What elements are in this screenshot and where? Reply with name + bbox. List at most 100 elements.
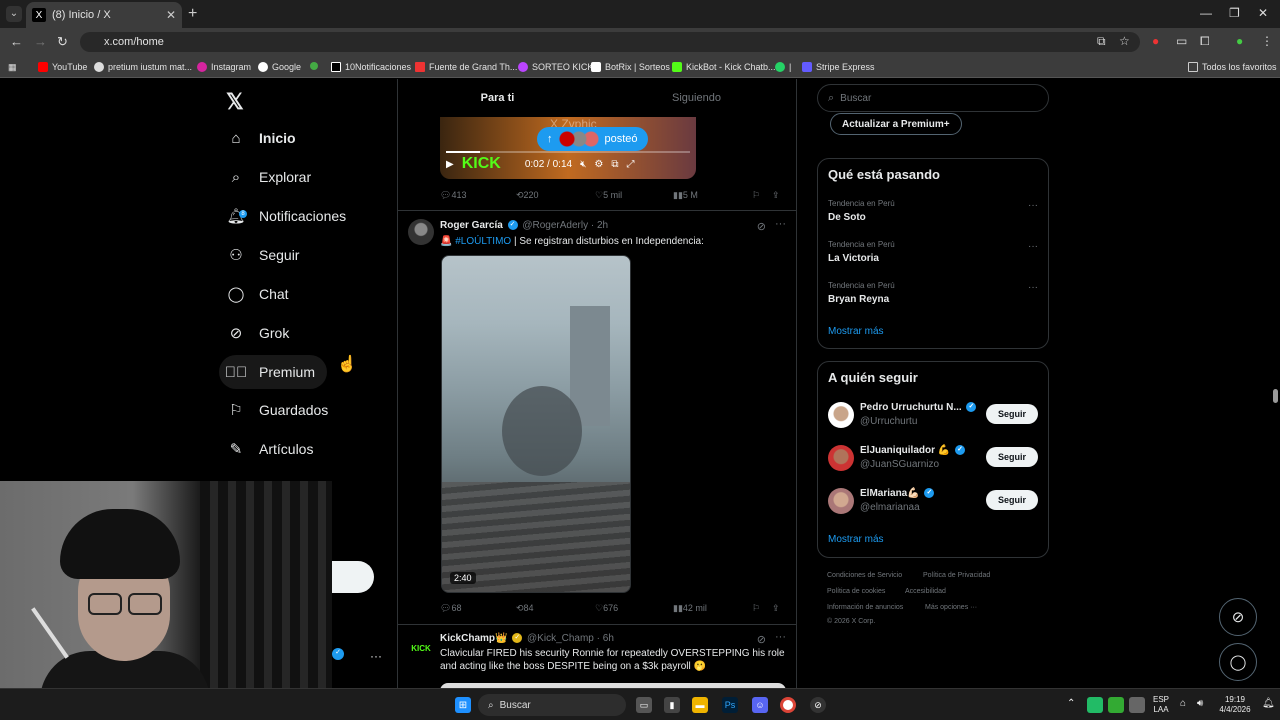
repost-button[interactable]: ⟲ 84 <box>516 603 534 614</box>
language-indicator[interactable]: ESP LAA <box>1150 695 1172 715</box>
avatar[interactable] <box>828 488 854 514</box>
tab-siguiendo[interactable]: Siguiendo <box>597 79 796 117</box>
footer-link[interactable]: Condiciones de Servicio <box>827 572 902 579</box>
avatar[interactable] <box>408 219 434 245</box>
photoshop-icon[interactable]: Ps <box>722 697 738 713</box>
install-icon[interactable]: ⧉ <box>1097 34 1106 49</box>
star-icon[interactable]: ☆ <box>1119 34 1130 48</box>
follow-suggestion-handle[interactable]: @JuanSGuarnizo <box>860 459 939 470</box>
bookmark-pretium[interactable]: pretium iustum mat... <box>94 62 192 72</box>
footer-link[interactable]: Política de cookies <box>827 588 885 595</box>
bookmark-fuente[interactable]: Fuente de Grand Th... <box>415 62 517 72</box>
reply-button[interactable]: 💬︎ 413 <box>440 190 466 201</box>
clock[interactable]: 19:19 4/4/2026 <box>1216 695 1254 715</box>
trend-more-icon[interactable]: ··· <box>1028 282 1038 293</box>
show-more-follow-link[interactable]: Mostrar más <box>828 534 884 545</box>
follow-suggestion-handle[interactable]: @Urruchurtu <box>860 416 917 427</box>
sidebar-item-grok[interactable]: ⊘ Grok <box>219 316 301 350</box>
grok-post-icon[interactable]: ⊘ <box>757 633 766 646</box>
back-icon[interactable]: ← <box>10 34 23 49</box>
bookmark-botrix[interactable]: BotRix | Sorteos <box>591 62 670 72</box>
sidebar-item-premium[interactable]: ✓⃝ Premium <box>219 355 328 389</box>
avatar[interactable]: KICK <box>408 632 434 658</box>
footer-link[interactable]: Política de Privacidad <box>923 572 990 579</box>
grok-post-icon[interactable]: ⊘ <box>757 220 766 233</box>
x-logo-icon[interactable]: 𝕏 <box>226 89 244 115</box>
views-button[interactable]: ▮▮ 5 M <box>673 190 698 201</box>
trend-name[interactable]: Bryan Reyna <box>828 294 889 305</box>
reload-icon[interactable]: ↻ <box>57 34 68 50</box>
repost-button[interactable]: ⟲ 220 <box>516 190 539 201</box>
follow-button[interactable]: Seguir <box>986 447 1038 467</box>
windows-start-icon[interactable]: ⊞ <box>455 697 471 713</box>
reply-button[interactable]: 💬︎ 68 <box>440 603 461 614</box>
chat-fab-icon[interactable]: ◯ <box>1219 643 1257 681</box>
share-icon[interactable]: ⇪ <box>772 603 780 614</box>
trend-name[interactable]: La Victoria <box>828 253 879 264</box>
trend-name[interactable]: De Soto <box>828 212 866 223</box>
close-window-icon[interactable]: ✕ <box>1258 6 1268 20</box>
more-options-icon[interactable]: ··· <box>775 631 786 643</box>
video-progress[interactable] <box>446 151 690 153</box>
notifications-icon[interactable]: 🔔︎ <box>1262 699 1275 709</box>
discord-icon[interactable]: ☺ <box>752 697 768 713</box>
minimize-icon[interactable]: — <box>1200 6 1212 20</box>
network-icon[interactable]: ⌂ <box>1180 699 1186 709</box>
bookmark-instagram[interactable]: Instagram <box>197 62 251 72</box>
account-menu-icon[interactable]: ··· <box>370 649 382 663</box>
new-tab-icon[interactable]: + <box>188 5 197 23</box>
browser-tab[interactable]: X (8) Inicio / X ✕ <box>26 2 182 28</box>
sidebar-item-explorar[interactable]: ⌕ Explorar <box>219 160 323 194</box>
sidebar-item-chat[interactable]: ◯ Chat <box>219 277 301 311</box>
extension-red-icon[interactable]: ● <box>1152 34 1159 48</box>
footer-link[interactable]: Accesibilidad <box>905 588 946 595</box>
author-handle[interactable]: @RogerAderly <box>522 220 588 231</box>
avatar[interactable] <box>828 402 854 428</box>
task-view-icon[interactable]: ▭ <box>636 697 652 713</box>
address-bar[interactable]: x.com/home <box>80 32 1140 52</box>
bookmark-google[interactable]: Google <box>258 62 301 72</box>
share-icon[interactable]: ⇪ <box>772 190 780 201</box>
scrollbar-thumb[interactable] <box>1273 389 1278 403</box>
apps-icon[interactable]: ▦ <box>8 62 17 73</box>
settings-icon[interactable]: ⚙ <box>594 159 603 170</box>
bookmark-sorteo-kick[interactable]: SORTEO KICK <box>518 62 593 72</box>
tray-icon-1[interactable] <box>1087 697 1103 713</box>
tab-para-ti[interactable]: Para ti <box>398 79 597 117</box>
mute-icon[interactable]: 🔇︎ <box>580 159 586 170</box>
bookmark-10notificaciones[interactable]: 10Notificaciones <box>331 62 411 72</box>
bookmark-google-icon[interactable] <box>310 62 322 70</box>
bookmark-youtube[interactable]: YouTube <box>38 62 87 72</box>
bookmark-post-icon[interactable]: ⚐ <box>752 603 760 614</box>
post-time[interactable]: · 2h <box>591 220 608 231</box>
follow-suggestion-handle[interactable]: @elmarianaa <box>860 502 920 513</box>
play-icon[interactable]: ▶ <box>446 159 454 170</box>
fullscreen-icon[interactable]: ⤢ <box>627 159 635 170</box>
trend-more-icon[interactable]: ··· <box>1028 200 1038 211</box>
tray-icon-2[interactable] <box>1108 697 1124 713</box>
bookmark-kickbot[interactable]: KickBot - Kick Chatb... <box>672 62 776 72</box>
author-handle[interactable]: @Kick_Champ <box>527 633 594 644</box>
show-more-trends-link[interactable]: Mostrar más <box>828 326 884 337</box>
bookmark-all-favorites[interactable]: Todos los favoritos <box>1188 62 1277 72</box>
follow-suggestion-name[interactable]: ElJuaniquilador 💪 ✓ <box>860 445 967 456</box>
sidebar-item-seguir[interactable]: ⚇ Seguir <box>219 238 311 272</box>
post-video[interactable]: 2:40 <box>441 255 631 593</box>
footer-link[interactable]: Información de anuncios <box>827 604 903 611</box>
taskbar-search[interactable]: ⌕ Buscar <box>478 694 626 716</box>
grok-fab-icon[interactable]: ⊘ <box>1219 598 1257 636</box>
pip-icon[interactable]: ⧉ <box>611 159 618 170</box>
sidebar-item-notificaciones[interactable]: 🔔︎ 8 Notificaciones <box>219 199 358 233</box>
sidebar-item-articulos[interactable]: ✎ Artículos <box>219 432 325 466</box>
sidebar-item-inicio[interactable]: ⌂ Inicio <box>219 121 308 155</box>
taskbar-app-2-icon[interactable]: ⊘ <box>810 697 826 713</box>
new-posts-pill[interactable]: ↑ posteó <box>537 127 648 151</box>
bookmark-stripe[interactable]: Stripe Express <box>802 62 875 72</box>
menu-kebab-icon[interactable]: ⋮ <box>1261 34 1273 48</box>
tab-search-icon[interactable]: ⌄ <box>6 6 22 22</box>
author-name[interactable]: KickChamp👑 <box>440 633 507 644</box>
tray-icon-3[interactable] <box>1129 697 1145 713</box>
follow-button[interactable]: Seguir <box>986 490 1038 510</box>
like-button[interactable]: ♡ 676 <box>595 603 618 614</box>
bookmark-post-icon[interactable]: ⚐ <box>752 190 760 201</box>
